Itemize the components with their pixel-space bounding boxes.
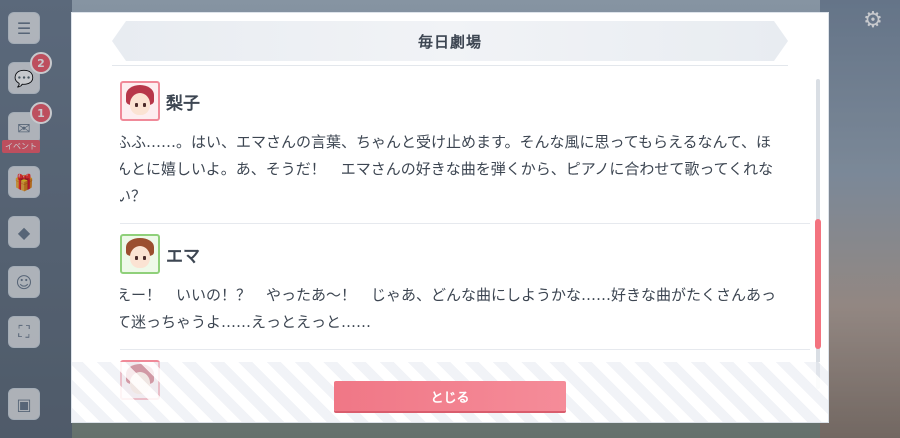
- speaker-row: 梨子: [120, 79, 814, 123]
- speaker-name: 梨子: [166, 93, 200, 114]
- daily-theater-dialog: 毎日劇場 梨子 ふふ……。はい、エマさんの言葉、ちゃんと受け止めます。そんな風に…: [72, 13, 828, 422]
- riko-avatar: [120, 81, 160, 121]
- dialogue-text: ふふ……。はい、エマさんの言葉、ちゃんと受け止めます。そんな風に思ってもらえるな…: [120, 133, 774, 205]
- dialogue-text: えー！ いいの！？ やったあ～！ じゃあ、どんな曲にしようかな……好きな曲がたく…: [120, 286, 777, 331]
- speaker-name: エマ: [166, 246, 200, 267]
- entry-divider: [120, 223, 810, 224]
- dialogue-entry: 梨子 ふふ……。はい、エマさんの言葉、ちゃんと受け止めます。そんな風に思ってもら…: [120, 79, 814, 216]
- dialogue-log[interactable]: 梨子 ふふ……。はい、エマさんの言葉、ちゃんと受け止めます。そんな風に思ってもら…: [120, 79, 814, 409]
- entry-divider: [120, 349, 810, 350]
- dialog-header: 毎日劇場: [112, 21, 788, 61]
- scrollbar-thumb[interactable]: [815, 219, 821, 349]
- header-divider: [112, 65, 788, 66]
- close-button[interactable]: とじる: [334, 381, 566, 411]
- dialog-title: 毎日劇場: [417, 32, 482, 51]
- emma-avatar: [120, 234, 160, 274]
- speaker-row: エマ: [120, 232, 814, 276]
- dialogue-entry: エマ えー！ いいの！？ やったあ～！ じゃあ、どんな曲にしようかな……好きな曲…: [120, 232, 814, 342]
- scrollbar-track[interactable]: [815, 79, 821, 389]
